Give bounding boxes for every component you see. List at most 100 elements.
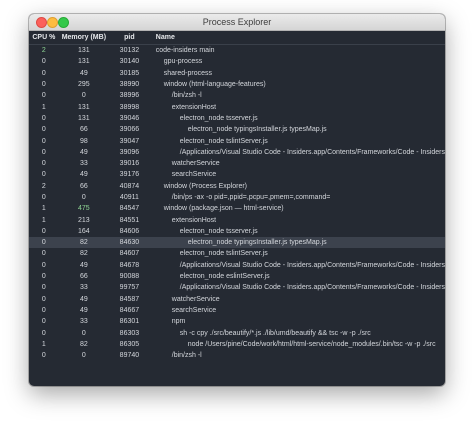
process-row[interactable]: 0 164 84606 electron_node tsserver.js (29, 226, 445, 237)
process-name-cell: /bin/ps -ax -o pid=,ppid=,pcpu=,pmem=,co… (171, 194, 331, 201)
process-name-cell: node /Users/pine/Code/work/html/html-ser… (187, 340, 436, 348)
process-explorer-window: Process Explorer CPU % Memory (MB) pid N… (29, 14, 445, 386)
column-header-name[interactable]: Name (149, 31, 445, 45)
process-row[interactable]: 0 49 39096/Applications/Visual Studio Code… (29, 147, 445, 158)
process-row[interactable]: 1 131 38998 extensionHost (29, 101, 445, 112)
memory-cell: 49 (79, 261, 88, 269)
process-row[interactable]: 0 49 39176 searchService (29, 169, 445, 180)
cpu-cell: 0 (41, 352, 46, 360)
process-name-cell: window (html-language-features) (163, 81, 266, 89)
pid-cell: 38990 (119, 81, 140, 89)
pid-cell: 84587 (119, 295, 140, 303)
process-row[interactable]: 0 49 84678/Applications/Visual Studio Code… (29, 260, 445, 271)
process-row[interactable]: 1 475 84547 window (package.json — html-ser… (29, 203, 445, 214)
pid-cell: 86303 (119, 329, 140, 337)
process-name-cell: /bin/zsh -l (171, 92, 202, 100)
pid-cell: 86301 (119, 318, 140, 326)
column-header-pid[interactable]: pid (109, 31, 150, 45)
process-row[interactable]: 0 33 39016 watcherService (29, 158, 445, 169)
column-header-memory[interactable]: Memory (MB) (58, 31, 110, 45)
cpu-cell: 0 (41, 160, 46, 168)
cpu-cell: 0 (41, 194, 46, 201)
memory-cell: 33 (79, 318, 88, 326)
pid-cell: 39016 (119, 160, 140, 168)
memory-cell: 49 (79, 69, 88, 77)
pid-cell: 84678 (119, 261, 140, 269)
process-row[interactable]: 0 49 30185 shared-process (29, 68, 445, 79)
memory-cell: 131 (78, 114, 90, 122)
process-name-cell: searchService (171, 171, 217, 179)
pid-cell: 86305 (119, 340, 140, 348)
cpu-cell: 0 (41, 295, 46, 303)
process-row[interactable]: 0 0 89740/bin/zsh -l (29, 350, 445, 361)
pid-cell: 84547 (119, 205, 140, 213)
process-row[interactable]: 0 82 84607 electron_node tslintServer.js (29, 248, 445, 259)
cpu-cell: 0 (41, 148, 46, 156)
pid-cell: 90088 (119, 273, 140, 281)
process-row[interactable]: 2 66 40874 window (Process Explorer) (29, 181, 445, 192)
memory-cell: 82 (79, 250, 88, 258)
process-row[interactable]: 0 66 90088 electron_node eslintServer.js (29, 271, 445, 282)
process-row[interactable]: 0 295 38990 window (html-language-features) (29, 79, 445, 90)
pid-cell: 89740 (119, 352, 140, 360)
pid-cell: 30140 (119, 58, 140, 66)
pid-cell: 84607 (119, 250, 140, 258)
process-name-cell: /Applications/Visual Studio Code - Insid… (179, 261, 445, 269)
pid-cell: 84630 (109, 237, 150, 249)
cpu-cell: 0 (41, 227, 46, 235)
cpu-cell: 0 (41, 329, 46, 337)
process-row[interactable]: 0 49 84667 searchService (29, 305, 445, 316)
pid-cell: 38998 (119, 103, 140, 111)
process-table: CPU % Memory (MB) pid Name 2 131 30132 code… (29, 31, 445, 361)
process-row[interactable]: 0 49 84587 watcherService (29, 294, 445, 305)
process-name-cell: gpu-process (163, 58, 203, 66)
process-name-cell: /Applications/Visual Studio Code - Insid… (179, 148, 445, 156)
process-name-cell: sh -c cpy ./src/beautify/*.js ./lib/umd/… (179, 329, 371, 337)
cpu-cell: 0 (41, 137, 46, 145)
cpu-cell: 0 (41, 284, 46, 292)
process-row[interactable]: 0 82 84630 electron_node typingsInstaller.j… (29, 237, 445, 249)
pid-cell: 30132 (119, 47, 140, 55)
pid-cell: 99757 (119, 284, 140, 292)
process-row[interactable]: 0 33 86301 npm (29, 316, 445, 327)
cpu-cell: 0 (41, 81, 46, 89)
memory-cell: 49 (79, 306, 88, 314)
process-row[interactable]: 0 0 40911/bin/ps -ax -o pid=,ppid=,pcpu=,p… (29, 192, 445, 203)
process-name-cell: electron_node tsserver.js (179, 114, 258, 122)
memory-cell: 49 (79, 148, 88, 156)
pid-cell: 84606 (119, 227, 140, 235)
memory-cell: 0 (81, 194, 86, 201)
process-name-cell: electron_node tslintServer.js (179, 250, 268, 258)
cpu-cell: 0 (41, 92, 46, 100)
cpu-cell: 1 (41, 340, 46, 348)
process-row[interactable]: 2 131 30132 code-insiders main (29, 45, 445, 57)
cpu-cell: 1 (41, 205, 46, 213)
memory-cell: 164 (78, 227, 90, 235)
pid-cell: 30185 (119, 69, 140, 77)
column-header-cpu[interactable]: CPU % (29, 31, 59, 45)
process-row[interactable]: 1 82 86305 node /Users/pine/Code/work/html/… (29, 339, 445, 350)
process-row[interactable]: 0 0 38996/bin/zsh -l (29, 90, 445, 101)
memory-cell: 0 (81, 92, 86, 100)
cpu-cell: 0 (41, 114, 46, 122)
process-row[interactable]: 0 98 39047 electron_node tslintServer.js (29, 135, 445, 146)
process-name-cell: electron_node tsserver.js (179, 227, 258, 235)
cpu-cell: 2 (41, 182, 46, 190)
memory-cell: 66 (79, 126, 88, 134)
cpu-cell: 0 (29, 237, 59, 249)
cpu-cell: 0 (41, 318, 46, 326)
process-row[interactable]: 0 33 99757/Applications/Visual Studio Code… (29, 282, 445, 293)
process-name-cell: watcherService (171, 295, 220, 303)
window-title: Process Explorer (202, 17, 272, 27)
process-row[interactable]: 0 66 39066 electron_node typingsInstaller.j… (29, 124, 445, 135)
cpu-cell: 0 (41, 171, 46, 179)
process-row[interactable]: 0 131 30140 gpu-process (29, 56, 445, 67)
pid-cell: 39176 (119, 171, 140, 179)
pid-cell: 39046 (119, 114, 140, 122)
memory-cell: 131 (78, 47, 90, 55)
memory-cell: 131 (78, 103, 90, 111)
process-row[interactable]: 0 131 39046 electron_node tsserver.js (29, 113, 445, 124)
memory-cell: 33 (79, 284, 88, 292)
process-row[interactable]: 0 0 86303 sh -c cpy ./src/beautify/*.js ./l… (29, 327, 445, 338)
process-row[interactable]: 1 213 84551 extensionHost (29, 214, 445, 225)
